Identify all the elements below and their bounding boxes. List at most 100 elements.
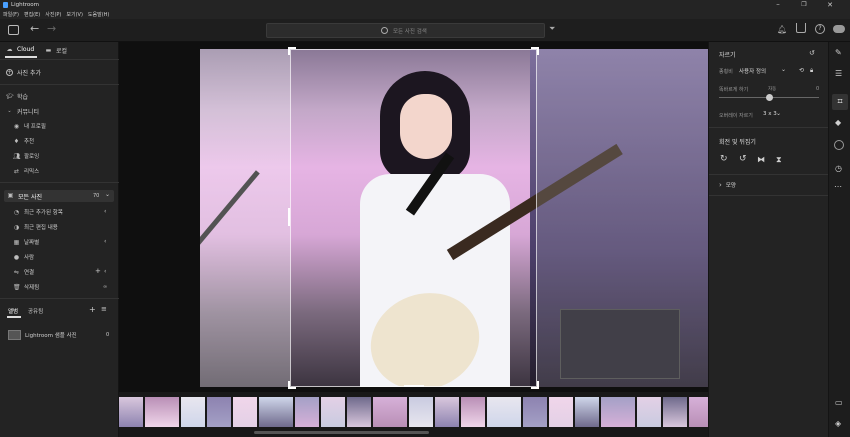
filmstrip-thumbnail[interactable]: [373, 397, 407, 427]
straighten-slider-thumb[interactable]: [766, 94, 773, 101]
sidebar-item-learn[interactable]: 🎓︎ 학습: [6, 92, 28, 101]
filmstrip-thumbnail[interactable]: [549, 397, 573, 427]
filmstrip-thumbnail[interactable]: [259, 397, 293, 427]
help-icon[interactable]: ?: [815, 24, 825, 34]
rotate-clockwise-icon[interactable]: ↻: [720, 154, 728, 164]
aspect-dropdown[interactable]: 사용자 정의: [739, 67, 766, 75]
following-label: 팔로잉: [24, 154, 40, 160]
sidebar-item-people[interactable]: ● 사람: [13, 253, 34, 262]
rotate-aspect-icon[interactable]: ⟲: [799, 67, 804, 74]
back-arrow-icon[interactable]: ←: [30, 22, 39, 35]
filmstrip-thumbnail[interactable]: [321, 397, 345, 427]
tab-albums[interactable]: 앨범: [8, 307, 18, 315]
flip-vertical-icon[interactable]: ⧗: [776, 155, 782, 165]
healing-brush-icon[interactable]: ◆: [835, 118, 841, 127]
filmstrip-thumbnail[interactable]: [487, 397, 521, 427]
community-label: 커뮤니티: [17, 109, 40, 116]
graduation-cap-icon: 🎓︎: [6, 93, 14, 100]
sidebar-item-profile[interactable]: ◉ 내 프로필: [13, 122, 46, 131]
crop-handle-left[interactable]: [288, 208, 290, 226]
restore-icon[interactable]: ❐: [796, 0, 812, 10]
crop-tool-icon[interactable]: ⌗: [832, 94, 848, 110]
flip-horizontal-icon[interactable]: ⧓: [757, 155, 765, 164]
sidebar-item-remix[interactable]: ⇄ 리믹스: [13, 167, 39, 176]
filmstrip-thumbnail[interactable]: [347, 397, 371, 427]
sidebar-item-recently-added[interactable]: ◔ 최근 추가된 항목: [13, 208, 63, 217]
filter-icon[interactable]: ⏷: [549, 24, 555, 34]
crop-frame[interactable]: [290, 49, 537, 387]
filmstrip-thumbnail[interactable]: [601, 397, 635, 427]
filmstrip-thumbnail[interactable]: [181, 397, 205, 427]
sidebar-item-recent-edits[interactable]: ◑ 최근 편집 내용: [13, 223, 58, 232]
filmstrip-thumbnail[interactable]: [663, 397, 687, 427]
tab-local[interactable]: ▬ 로컬: [45, 46, 67, 55]
versions-icon[interactable]: ◷: [835, 164, 842, 173]
presets-icon[interactable]: ☰: [835, 69, 842, 78]
people-icon: 👥︎: [13, 152, 21, 160]
filmstrip-thumbnail[interactable]: [207, 397, 231, 427]
crop-handle-top-right[interactable]: [531, 47, 539, 55]
more-options-icon[interactable]: ⋯: [834, 182, 842, 191]
add-photos-button[interactable]: + 사진 추가: [6, 68, 41, 77]
menu-help[interactable]: 도움말(H): [88, 11, 109, 18]
sort-icon[interactable]: ≡: [101, 305, 107, 313]
filmstrip-thumbnail[interactable]: [435, 397, 459, 427]
add-album-icon[interactable]: +: [89, 305, 96, 314]
tab-shared[interactable]: 공유됨: [28, 307, 43, 315]
remix-icon: ⇄: [13, 167, 20, 175]
album-item[interactable]: Lightroom 샘플 사진: [8, 330, 77, 340]
profile-label: 내 프로필: [24, 124, 46, 130]
filmstrip-thumbnail[interactable]: [233, 397, 257, 427]
add-connection-icon[interactable]: +: [95, 267, 101, 275]
search-box[interactable]: 모든 사진 검색: [266, 23, 545, 38]
sidebar-item-community[interactable]: ⌄ 커뮤니티: [6, 107, 39, 116]
edit-sliders-icon[interactable]: ✎: [835, 48, 842, 57]
filmstrip-thumbnail[interactable]: [295, 397, 319, 427]
filmstrip-thumbnail[interactable]: [637, 397, 661, 427]
auto-straighten-button[interactable]: 자동: [768, 86, 776, 92]
menu-file[interactable]: 파일(F): [3, 11, 19, 18]
menu-photo[interactable]: 사진(P): [45, 11, 61, 18]
share-icon[interactable]: [796, 23, 806, 33]
menu-view[interactable]: 보기(V): [66, 11, 83, 18]
reset-icon[interactable]: ↺: [809, 49, 815, 57]
sidebar-item-connected[interactable]: ⇋ 연결: [13, 268, 34, 277]
photo-canvas[interactable]: [119, 42, 709, 392]
filmstrip-thumbnail[interactable]: [119, 397, 143, 427]
filmstrip-thumbnail[interactable]: [145, 397, 179, 427]
tab-cloud[interactable]: ☁ Cloud: [6, 46, 35, 53]
chevron-left-icon[interactable]: ‹: [104, 268, 106, 275]
crop-handle-bottom[interactable]: [404, 385, 424, 387]
close-icon[interactable]: ✕: [822, 0, 838, 10]
chevron-left-icon[interactable]: ‹: [104, 238, 106, 245]
panel-toggle-icon[interactable]: [8, 25, 19, 35]
sidebar-item-recommended[interactable]: ♦ 추천: [13, 137, 34, 146]
straighten-value[interactable]: 0: [816, 86, 819, 92]
sidebar-item-deleted[interactable]: 🗑︎ 삭제됨: [13, 283, 39, 292]
crop-handle-top-left[interactable]: [288, 47, 296, 55]
all-photos-item[interactable]: ▣ 모든 사진 70 ⌄: [4, 190, 114, 202]
forward-arrow-icon[interactable]: →: [47, 22, 56, 35]
masking-icon[interactable]: [834, 140, 844, 150]
comments-icon[interactable]: ▭: [835, 398, 843, 407]
minimize-icon[interactable]: –: [770, 0, 786, 10]
crop-handle-bottom-right[interactable]: [531, 381, 539, 389]
tag-icon[interactable]: ◈: [835, 419, 841, 428]
chevron-down-icon: ⌄: [105, 191, 111, 198]
filmstrip-scrollbar[interactable]: [254, 431, 429, 434]
chevron-left-icon[interactable]: ‹: [104, 208, 106, 215]
filmstrip-thumbnail[interactable]: [461, 397, 485, 427]
rotate-counterclockwise-icon[interactable]: ↺: [739, 154, 747, 164]
filmstrip-thumbnail[interactable]: [409, 397, 433, 427]
sidebar-item-by-date[interactable]: ▦ 날짜별: [13, 238, 40, 247]
menu-edit[interactable]: 편집(E): [24, 11, 40, 18]
lock-icon[interactable]: 🔒︎: [810, 67, 813, 75]
sidebar-item-following[interactable]: 👥︎ 팔로잉: [13, 152, 40, 161]
notification-bell-icon[interactable]: 🔔︎: [777, 25, 787, 34]
filmstrip-thumbnail[interactable]: [523, 397, 547, 427]
filmstrip-thumbnail[interactable]: [575, 397, 599, 427]
crop-handle-bottom-left[interactable]: [288, 381, 296, 389]
presets-section-toggle[interactable]: › 모양: [719, 181, 736, 189]
overlay-dropdown[interactable]: 3 x 3: [763, 111, 777, 117]
cloud-icon[interactable]: [833, 25, 845, 33]
